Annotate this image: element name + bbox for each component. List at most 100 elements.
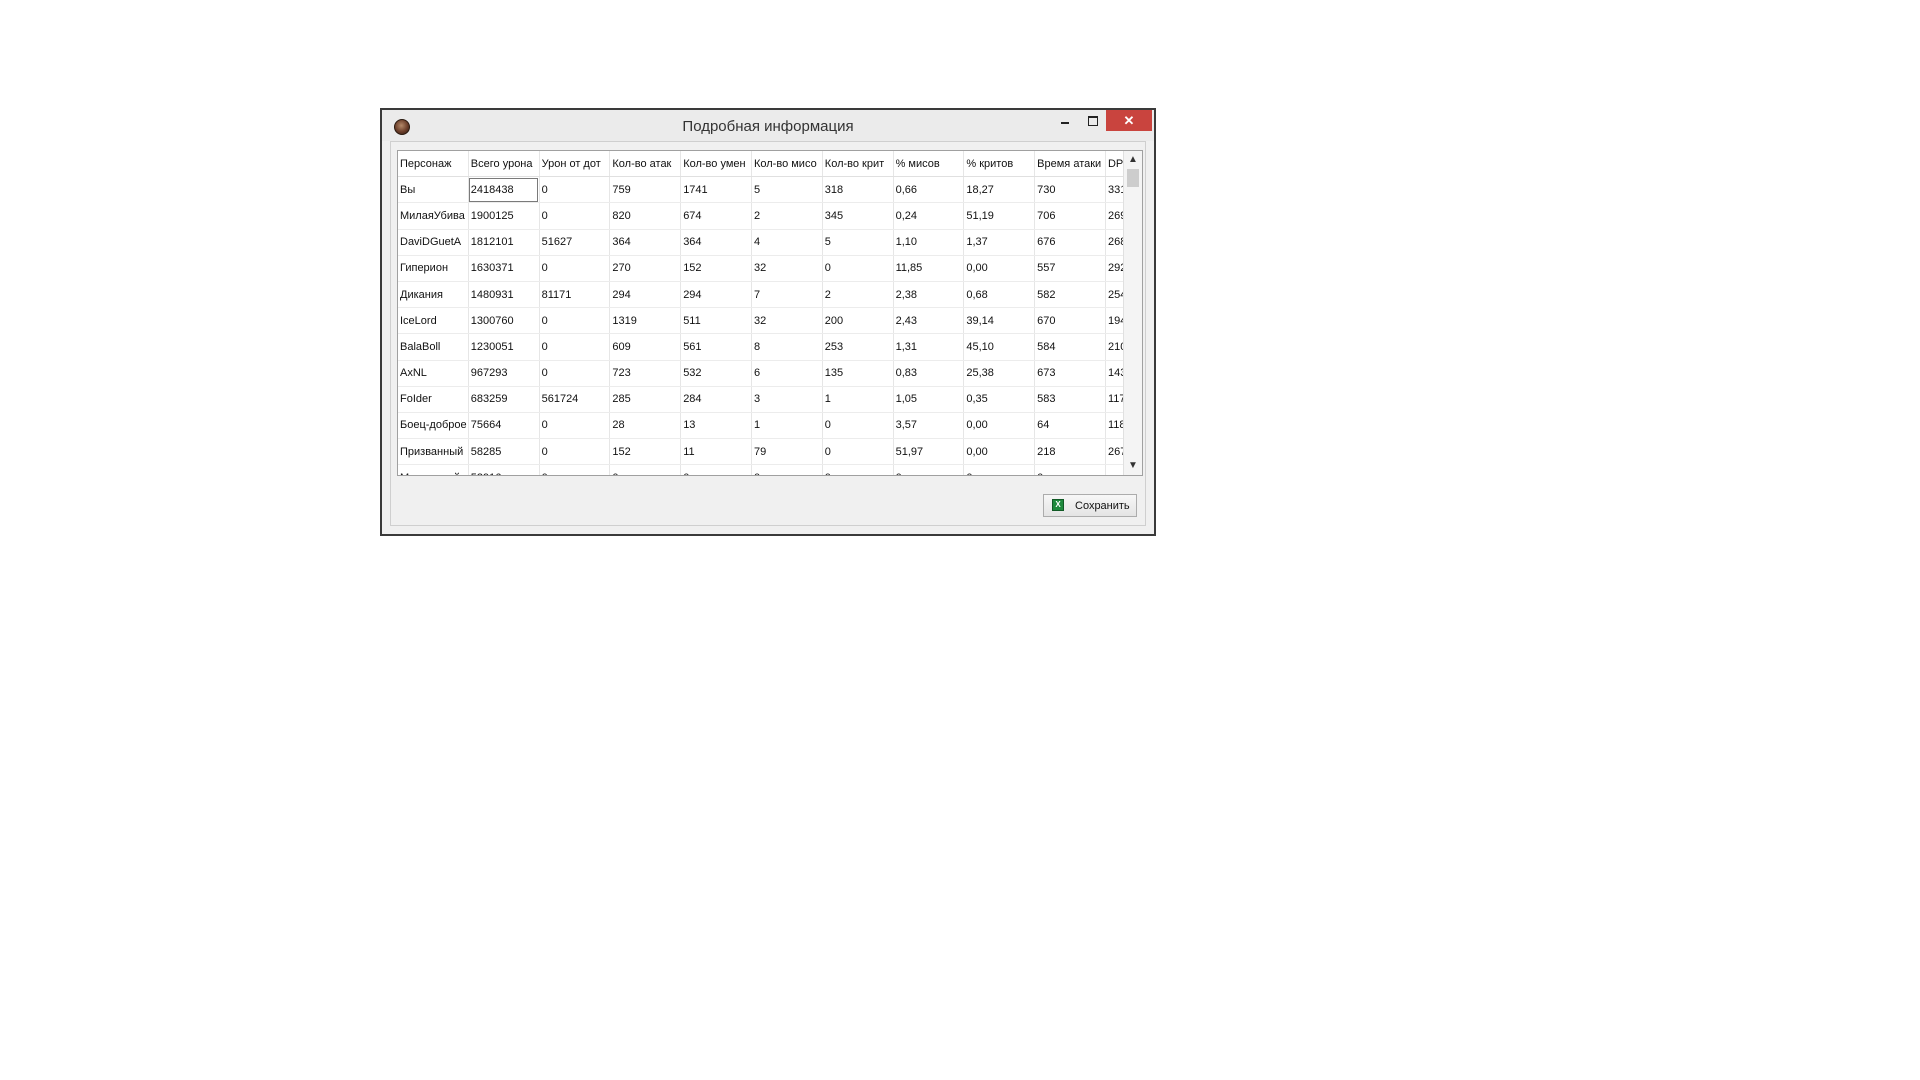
table-cell[interactable]: DaviDGuetA	[398, 229, 469, 256]
table-cell[interactable]: 1,10	[893, 229, 965, 256]
table-cell[interactable]: 0,35	[963, 386, 1036, 413]
table-cell[interactable]: 28	[609, 412, 682, 440]
table-cell[interactable]: 11,85	[893, 255, 965, 282]
table-cell[interactable]: Призванный	[398, 438, 469, 466]
table-cell[interactable]: 5	[751, 176, 823, 204]
table-cell[interactable]: 2418438	[468, 176, 540, 204]
table-cell[interactable]: 0,00	[963, 255, 1036, 282]
table-cell[interactable]: 0,24	[893, 202, 965, 230]
table-cell[interactable]: 1	[751, 412, 823, 440]
table-cell[interactable]: 2	[822, 281, 894, 309]
table-cell[interactable]: 25,38	[963, 360, 1036, 387]
table-cell[interactable]: 1630371	[468, 255, 540, 282]
table-row[interactable]: BalaBoll 1230051 0 609 561 8 253 1,31 45,10 584 21…	[398, 333, 1142, 361]
save-button[interactable]: X Сохранить	[1043, 494, 1137, 517]
table-cell[interactable]: 1,05	[893, 386, 965, 413]
table-cell[interactable]: 0,00	[963, 412, 1036, 440]
table-cell[interactable]: 32	[751, 307, 823, 335]
table-cell[interactable]: FoIder	[398, 386, 469, 413]
table-cell[interactable]: 6	[751, 360, 823, 387]
table-cell[interactable]: 135	[822, 360, 894, 387]
table-cell[interactable]: 39,14	[963, 307, 1036, 335]
table-row[interactable]: Призванный 58285 0 152 11 79 0 51,97 0,00 218 267	[398, 438, 1142, 466]
table-cell[interactable]: 364	[609, 229, 682, 256]
table-cell[interactable]: 582	[1034, 281, 1106, 309]
table-cell[interactable]: BalaBoll	[398, 333, 469, 361]
table-cell[interactable]: 1900125	[468, 202, 540, 230]
table-cell[interactable]: 557	[1034, 255, 1106, 282]
table-row[interactable]: Боец-доброе 75664 0 28 13 1 0 3,57 0,00 64 1182	[398, 412, 1142, 440]
table-cell[interactable]: 53916	[468, 464, 540, 475]
table-row[interactable]: Вы 2418438 0 759 1741 5 318 0,66 18,27 730 3313	[398, 176, 1142, 204]
column-header[interactable]: Кол-во умен	[680, 151, 752, 178]
table-cell[interactable]: 609	[609, 333, 682, 361]
scroll-down-icon[interactable]: ▼	[1124, 458, 1142, 474]
table-cell[interactable]: 1,31	[893, 333, 965, 361]
vertical-scrollbar[interactable]: ▲ ▼	[1123, 151, 1142, 475]
table-cell[interactable]: 0	[1034, 464, 1106, 475]
table-cell[interactable]: 0	[680, 464, 752, 475]
table-cell[interactable]: 673	[1034, 360, 1106, 387]
column-header[interactable]: Время атаки	[1034, 151, 1106, 178]
table-cell[interactable]: 0	[822, 464, 894, 475]
table-cell[interactable]: 584	[1034, 333, 1106, 361]
table-cell[interactable]: 51,97	[893, 438, 965, 466]
table-cell[interactable]: 0	[539, 333, 611, 361]
table-cell[interactable]: 79	[751, 438, 823, 466]
table-cell[interactable]: 0	[822, 438, 894, 466]
table-cell[interactable]: 670	[1034, 307, 1106, 335]
column-header[interactable]: Персонаж	[398, 151, 469, 178]
table-cell[interactable]: 0,83	[893, 360, 965, 387]
table-cell[interactable]: 0	[539, 464, 611, 475]
table-cell[interactable]: 561724	[539, 386, 611, 413]
table-cell[interactable]: 706	[1034, 202, 1106, 230]
table-cell[interactable]: Дикания	[398, 281, 469, 309]
table-cell[interactable]: 8	[751, 333, 823, 361]
table-cell[interactable]: 200	[822, 307, 894, 335]
table-cell[interactable]: 0	[893, 464, 965, 475]
table-cell[interactable]: 0	[539, 360, 611, 387]
table-cell[interactable]: 0	[751, 464, 823, 475]
table-cell[interactable]: 51627	[539, 229, 611, 256]
table-cell[interactable]: 32	[751, 255, 823, 282]
table-cell[interactable]: 532	[680, 360, 752, 387]
table-cell[interactable]: 345	[822, 202, 894, 230]
table-cell[interactable]: 253	[822, 333, 894, 361]
column-header[interactable]: Кол-во крит	[822, 151, 894, 178]
table-cell[interactable]: 0,66	[893, 176, 965, 204]
column-header[interactable]: % мисов	[893, 151, 965, 178]
table-cell[interactable]: 58285	[468, 438, 540, 466]
maximize-button[interactable]	[1079, 110, 1105, 131]
table-cell[interactable]: 1741	[680, 176, 752, 204]
table-cell[interactable]: Вы	[398, 176, 469, 204]
table-cell[interactable]: Магический	[398, 464, 469, 475]
table-cell[interactable]: 967293	[468, 360, 540, 387]
table-cell[interactable]: 0	[539, 438, 611, 466]
table-cell[interactable]: 64	[1034, 412, 1106, 440]
table-cell[interactable]: 3,57	[893, 412, 965, 440]
table-cell[interactable]: 676	[1034, 229, 1106, 256]
column-header[interactable]: Всего урона	[468, 151, 540, 178]
table-cell[interactable]: 1	[822, 386, 894, 413]
table-row[interactable]: МилаяУбива 1900125 0 820 674 2 345 0,24 51,19 706…	[398, 202, 1142, 230]
table-cell[interactable]: МилаяУбива	[398, 202, 469, 230]
table-row[interactable]: AxNL 967293 0 723 532 6 135 0,83 25,38 673 1437	[398, 360, 1142, 387]
table-cell[interactable]: AxNL	[398, 360, 469, 387]
table-cell[interactable]: 7	[751, 281, 823, 309]
table-cell[interactable]: 683259	[468, 386, 540, 413]
table-row[interactable]: DaviDGuetA 1812101 51627 364 364 4 5 1,10 1,37 67…	[398, 229, 1142, 256]
table-cell[interactable]: 294	[680, 281, 752, 309]
table-cell[interactable]: Боец-доброе	[398, 412, 469, 440]
table-cell[interactable]: 561	[680, 333, 752, 361]
table-cell[interactable]: 1319	[609, 307, 682, 335]
table-row[interactable]: FoIder 683259 561724 285 284 3 1 1,05 0,35 583 117…	[398, 386, 1142, 413]
table-cell[interactable]: 0	[822, 255, 894, 282]
scroll-thumb[interactable]	[1127, 169, 1139, 187]
column-header[interactable]: Кол-во мисо	[751, 151, 823, 178]
table-cell[interactable]: 218	[1034, 438, 1106, 466]
table-cell[interactable]: 0	[609, 464, 682, 475]
table-cell[interactable]: 0	[539, 255, 611, 282]
table-cell[interactable]: 364	[680, 229, 752, 256]
table-cell[interactable]: 0	[539, 307, 611, 335]
table-cell[interactable]: 0	[822, 412, 894, 440]
